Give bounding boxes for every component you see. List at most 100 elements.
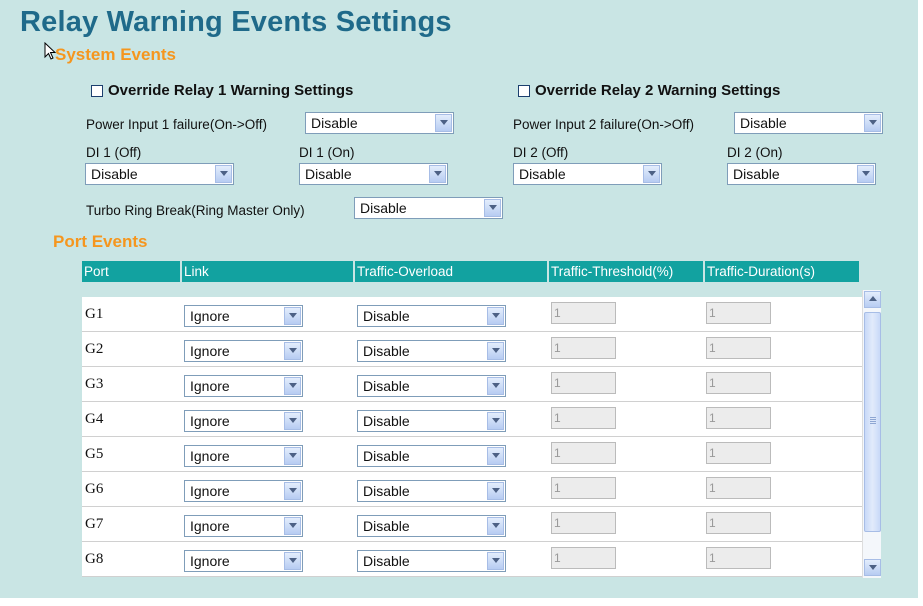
select-value: Disable bbox=[363, 413, 410, 429]
scroll-down-icon[interactable] bbox=[864, 559, 881, 576]
port-name: G3 bbox=[85, 376, 104, 392]
chevron-down-icon[interactable] bbox=[429, 165, 446, 183]
link-select[interactable]: Ignore bbox=[184, 340, 303, 362]
chevron-down-icon[interactable] bbox=[284, 552, 301, 570]
traffic-threshold-input[interactable]: 1 bbox=[551, 372, 616, 394]
chevron-down-icon[interactable] bbox=[284, 447, 301, 465]
traffic-overload-select[interactable]: Disable bbox=[357, 340, 506, 362]
select-value: Ignore bbox=[190, 378, 230, 394]
page-title: Relay Warning Events Settings bbox=[20, 6, 452, 38]
chevron-down-icon[interactable] bbox=[857, 165, 874, 183]
traffic-threshold-input[interactable]: 1 bbox=[551, 477, 616, 499]
chevron-down-icon[interactable] bbox=[487, 447, 504, 465]
traffic-threshold-input[interactable]: 1 bbox=[551, 442, 616, 464]
select-value: Disable bbox=[519, 166, 566, 182]
link-select[interactable]: Ignore bbox=[184, 445, 303, 467]
di2-off-label: DI 2 (Off) bbox=[513, 145, 569, 160]
chevron-down-icon[interactable] bbox=[284, 377, 301, 395]
chevron-down-icon[interactable] bbox=[487, 377, 504, 395]
port-name: G4 bbox=[85, 411, 104, 427]
port-events-title: Port Events bbox=[53, 232, 148, 251]
select-value: Disable bbox=[363, 308, 410, 324]
scroll-up-icon[interactable] bbox=[864, 291, 881, 308]
traffic-threshold-input[interactable]: 1 bbox=[551, 407, 616, 429]
system-events-title: System Events bbox=[55, 45, 176, 64]
turbo-ring-select[interactable]: Disable bbox=[354, 197, 503, 219]
override-relay1-label: Override Relay 1 Warning Settings bbox=[108, 82, 354, 99]
select-value: Ignore bbox=[190, 518, 230, 534]
override-relay1-checkbox[interactable]: Override Relay 1 Warning Settings bbox=[91, 82, 353, 99]
column-header-traffic-duration: Traffic-Duration(s) bbox=[705, 261, 859, 282]
traffic-duration-input[interactable]: 1 bbox=[706, 407, 771, 429]
traffic-threshold-input[interactable]: 1 bbox=[551, 547, 616, 569]
link-select[interactable]: Ignore bbox=[184, 480, 303, 502]
traffic-overload-select[interactable]: Disable bbox=[357, 375, 506, 397]
select-value: Disable bbox=[363, 553, 410, 569]
scrollbar-thumb[interactable] bbox=[864, 312, 881, 532]
chevron-down-icon[interactable] bbox=[284, 307, 301, 325]
power-input1-select[interactable]: Disable bbox=[305, 112, 454, 134]
traffic-duration-input[interactable]: 1 bbox=[706, 547, 771, 569]
column-header-link: Link bbox=[182, 261, 353, 282]
chevron-down-icon[interactable] bbox=[284, 517, 301, 535]
chevron-down-icon[interactable] bbox=[864, 114, 881, 132]
di1-off-select[interactable]: Disable bbox=[85, 163, 234, 185]
traffic-overload-select[interactable]: Disable bbox=[357, 305, 506, 327]
select-value: Disable bbox=[363, 343, 410, 359]
link-select[interactable]: Ignore bbox=[184, 550, 303, 572]
port-name: G1 bbox=[85, 306, 104, 322]
settings-panel: Relay Warning Events Settings System Eve… bbox=[0, 0, 918, 598]
di1-on-select[interactable]: Disable bbox=[299, 163, 448, 185]
traffic-threshold-input[interactable]: 1 bbox=[551, 302, 616, 324]
override-relay2-checkbox[interactable]: Override Relay 2 Warning Settings bbox=[518, 82, 780, 99]
chevron-down-icon[interactable] bbox=[284, 482, 301, 500]
traffic-overload-select[interactable]: Disable bbox=[357, 515, 506, 537]
select-value: Disable bbox=[363, 483, 410, 499]
select-value: Ignore bbox=[190, 448, 230, 464]
traffic-duration-input[interactable]: 1 bbox=[706, 477, 771, 499]
traffic-duration-input[interactable]: 1 bbox=[706, 372, 771, 394]
column-header-traffic-overload: Traffic-Overload bbox=[355, 261, 547, 282]
table-row: G4 Ignore Disable 1 1 bbox=[82, 402, 862, 437]
traffic-overload-select[interactable]: Disable bbox=[357, 550, 506, 572]
traffic-overload-select[interactable]: Disable bbox=[357, 480, 506, 502]
chevron-down-icon[interactable] bbox=[487, 412, 504, 430]
column-header-traffic-threshold: Traffic-Threshold(%) bbox=[549, 261, 703, 282]
traffic-duration-input[interactable]: 1 bbox=[706, 302, 771, 324]
chevron-down-icon[interactable] bbox=[284, 342, 301, 360]
chevron-down-icon[interactable] bbox=[643, 165, 660, 183]
chevron-down-icon[interactable] bbox=[484, 199, 501, 217]
mouse-cursor-icon bbox=[44, 42, 57, 60]
traffic-threshold-input[interactable]: 1 bbox=[551, 337, 616, 359]
link-select[interactable]: Ignore bbox=[184, 515, 303, 537]
chevron-down-icon[interactable] bbox=[487, 552, 504, 570]
chevron-down-icon[interactable] bbox=[487, 517, 504, 535]
di1-off-label: DI 1 (Off) bbox=[86, 145, 142, 160]
table-scrollbar[interactable] bbox=[862, 290, 881, 578]
link-select[interactable]: Ignore bbox=[184, 410, 303, 432]
chevron-down-icon[interactable] bbox=[487, 482, 504, 500]
chevron-down-icon[interactable] bbox=[215, 165, 232, 183]
power-input2-select[interactable]: Disable bbox=[734, 112, 883, 134]
traffic-duration-input[interactable]: 1 bbox=[706, 337, 771, 359]
checkbox-box[interactable] bbox=[518, 84, 530, 97]
checkbox-box[interactable] bbox=[91, 84, 103, 97]
traffic-threshold-input[interactable]: 1 bbox=[551, 512, 616, 534]
chevron-down-icon[interactable] bbox=[435, 114, 452, 132]
port-name: G8 bbox=[85, 551, 104, 567]
traffic-duration-input[interactable]: 1 bbox=[706, 512, 771, 534]
traffic-overload-select[interactable]: Disable bbox=[357, 445, 506, 467]
select-value: Ignore bbox=[190, 483, 230, 499]
di2-on-select[interactable]: Disable bbox=[727, 163, 876, 185]
column-header-port: Port bbox=[82, 261, 180, 282]
di2-off-select[interactable]: Disable bbox=[513, 163, 662, 185]
link-select[interactable]: Ignore bbox=[184, 375, 303, 397]
chevron-down-icon[interactable] bbox=[284, 412, 301, 430]
chevron-down-icon[interactable] bbox=[487, 342, 504, 360]
traffic-overload-select[interactable]: Disable bbox=[357, 410, 506, 432]
table-row: G3 Ignore Disable 1 1 bbox=[82, 367, 862, 402]
traffic-duration-input[interactable]: 1 bbox=[706, 442, 771, 464]
chevron-down-icon[interactable] bbox=[487, 307, 504, 325]
link-select[interactable]: Ignore bbox=[184, 305, 303, 327]
select-value: Ignore bbox=[190, 413, 230, 429]
